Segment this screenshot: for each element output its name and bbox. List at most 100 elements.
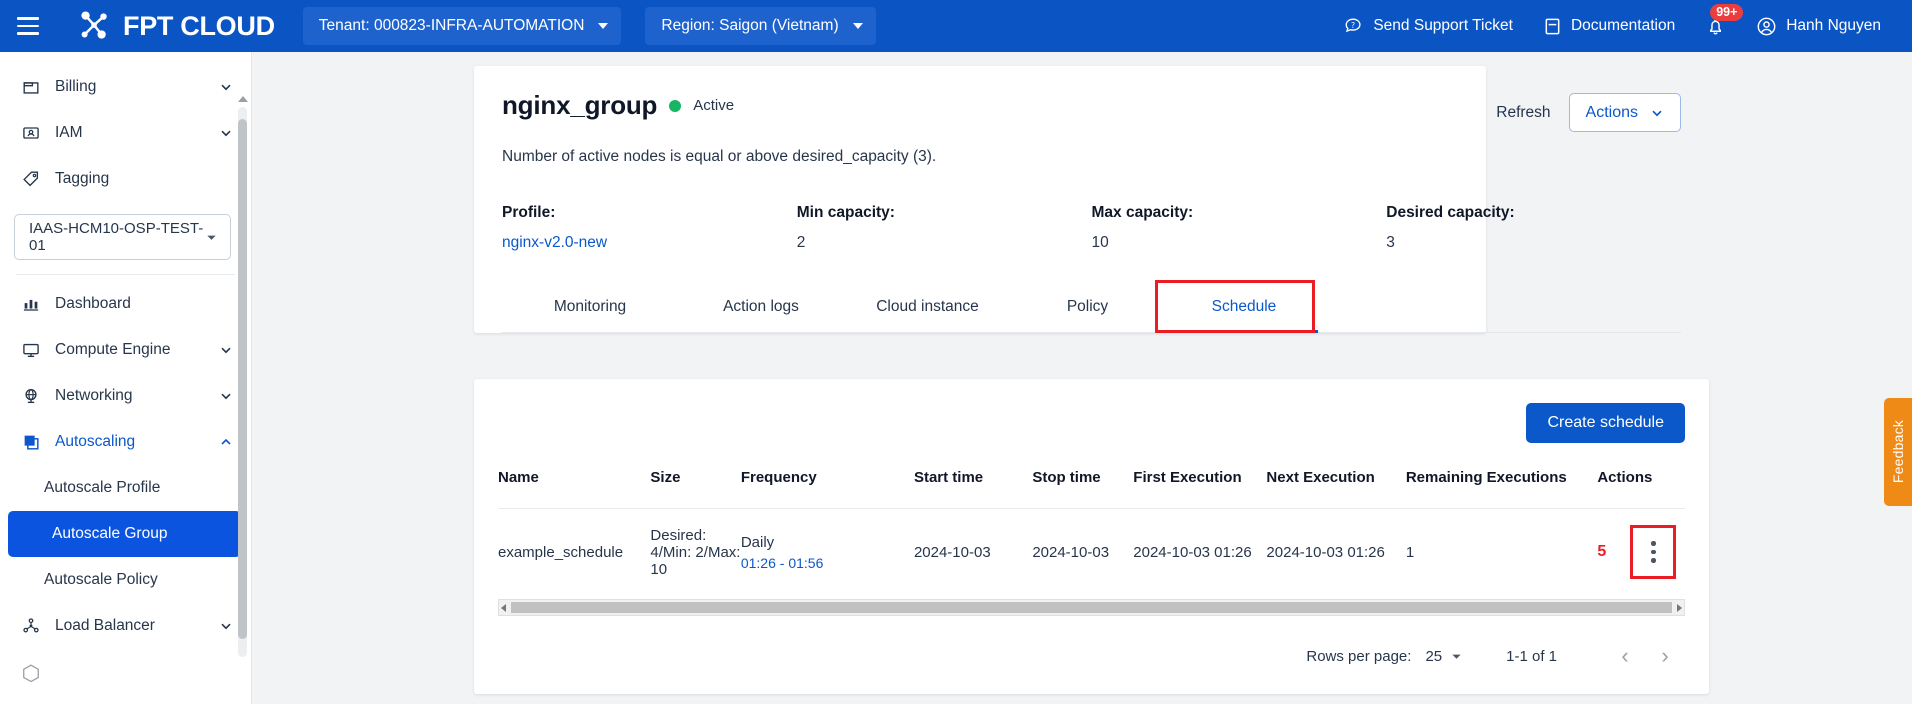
user-menu[interactable]: Hanh Nguyen bbox=[1756, 16, 1890, 37]
title-left-group: nginx_group Active bbox=[502, 90, 734, 121]
detail-subtitle: Number of active nodes is equal or above… bbox=[502, 148, 1681, 166]
schedule-table-head: Name Size Frequency Start time Stop time… bbox=[498, 469, 1685, 509]
autoscale-group-detail-card: nginx_group Active Refresh Actions Numbe… bbox=[474, 66, 1486, 333]
send-support-ticket-button[interactable]: ? Send Support Ticket bbox=[1344, 16, 1513, 36]
profile-link[interactable]: nginx-v2.0-new bbox=[502, 234, 797, 252]
topbar-right-group: ? Send Support Ticket Documentation bbox=[1344, 16, 1912, 37]
col-actions: Actions bbox=[1597, 469, 1685, 509]
sidebar-item-autoscale-group[interactable]: Autoscale Group bbox=[8, 511, 241, 557]
hamburger-line bbox=[17, 32, 39, 34]
sidebar-item-compute-engine[interactable]: Compute Engine bbox=[0, 327, 251, 373]
sidebar-scrollbar-thumb[interactable] bbox=[238, 119, 247, 639]
sidebar-item-autoscaling[interactable]: Autoscaling bbox=[0, 419, 251, 465]
sidebar-item-load-balancer[interactable]: Load Balancer bbox=[0, 603, 251, 649]
col-size: Size bbox=[650, 469, 740, 509]
page-title: nginx_group bbox=[502, 90, 657, 121]
chevron-down-icon bbox=[219, 80, 233, 94]
tab-cloud-instance[interactable]: Cloud instance bbox=[844, 284, 1011, 332]
chevron-up-icon bbox=[219, 435, 233, 449]
sidebar-label: Autoscale Profile bbox=[44, 479, 160, 497]
sidebar-item-dashboard[interactable]: Dashboard bbox=[0, 281, 251, 327]
sidebar-divider bbox=[16, 274, 235, 275]
hamburger-line bbox=[17, 17, 39, 19]
pagination-range-label: 1-1 of 1 bbox=[1506, 648, 1557, 665]
col-next-exec: Next Execution bbox=[1266, 469, 1405, 509]
sidebar-item-iam[interactable]: IAM bbox=[0, 110, 251, 156]
spacer bbox=[219, 172, 233, 186]
tab-monitoring[interactable]: Monitoring bbox=[502, 284, 678, 332]
main-content-area: nginx_group Active Refresh Actions Numbe… bbox=[252, 52, 1912, 704]
scroll-right-arrow-icon[interactable] bbox=[1677, 604, 1682, 612]
sidebar-scrollbar[interactable] bbox=[238, 107, 247, 657]
table-row[interactable]: example_schedule Desired: 4/Min: 2/Max: … bbox=[498, 509, 1685, 596]
sidebar-item-autoscale-profile[interactable]: Autoscale Profile bbox=[0, 465, 241, 511]
pagination-prev-button[interactable]: ‹ bbox=[1605, 636, 1645, 676]
meta-max-capacity: Max capacity: 10 bbox=[1092, 204, 1387, 252]
feedback-tab-button[interactable]: Feedback bbox=[1884, 398, 1912, 506]
sidebar-scroll-up-arrow[interactable] bbox=[238, 96, 248, 102]
container-icon bbox=[20, 662, 41, 683]
sidebar-item-networking[interactable]: Networking bbox=[0, 373, 251, 419]
project-selector[interactable]: IAAS-HCM10-OSP-TEST-01 bbox=[14, 214, 231, 260]
tenant-selector[interactable]: Tenant: 000823-INFRA-AUTOMATION bbox=[303, 7, 622, 45]
spacer bbox=[219, 297, 233, 311]
frequency-time-range[interactable]: 01:26 - 01:56 bbox=[741, 555, 914, 571]
cell-remaining-executions: 1 bbox=[1406, 509, 1598, 596]
tab-label: Monitoring bbox=[554, 298, 626, 315]
sidebar-item-billing[interactable]: Billing bbox=[0, 64, 251, 110]
documentation-button[interactable]: Documentation bbox=[1543, 17, 1675, 36]
region-selector[interactable]: Region: Saigon (Vietnam) bbox=[645, 7, 875, 45]
hamburger-menu-icon[interactable] bbox=[0, 0, 56, 52]
table-scrollbar-thumb[interactable] bbox=[511, 602, 1672, 613]
tenant-label: Tenant: 000823-INFRA-AUTOMATION bbox=[319, 17, 585, 35]
sidebar-label: Tagging bbox=[55, 170, 205, 188]
rows-per-page-select[interactable]: 25 bbox=[1425, 648, 1462, 665]
brand-logo[interactable]: FPT CLOUD bbox=[76, 9, 275, 43]
sidebar-label: Compute Engine bbox=[55, 341, 205, 359]
table-horizontal-scrollbar[interactable] bbox=[498, 599, 1685, 616]
hamburger-line bbox=[17, 25, 39, 27]
col-frequency: Frequency bbox=[741, 469, 914, 509]
tab-policy[interactable]: Policy bbox=[1011, 284, 1164, 332]
row-actions-kebab-button[interactable] bbox=[1651, 541, 1656, 563]
sidebar-label: IAM bbox=[55, 124, 205, 142]
col-start-time: Start time bbox=[914, 469, 1032, 509]
globe-icon bbox=[20, 386, 41, 407]
pagination-next-button[interactable]: › bbox=[1645, 636, 1685, 676]
chevron-down-icon bbox=[598, 23, 608, 29]
tab-label: Policy bbox=[1067, 298, 1108, 315]
title-right-group: Refresh Actions bbox=[1496, 90, 1681, 132]
kebab-dot bbox=[1651, 541, 1656, 546]
frequency-label: Daily bbox=[741, 534, 774, 551]
cell-size: Desired: 4/Min: 2/Max: 10 bbox=[650, 509, 740, 596]
sidebar-label: Autoscaling bbox=[55, 433, 205, 451]
actions-dropdown-button[interactable]: Actions bbox=[1569, 93, 1681, 132]
cell-actions: 5 bbox=[1597, 509, 1685, 596]
monitor-icon bbox=[20, 340, 41, 361]
rows-per-page-label: Rows per page: bbox=[1306, 648, 1411, 665]
tab-schedule[interactable]: Schedule bbox=[1164, 284, 1324, 332]
cell-name: example_schedule bbox=[498, 509, 650, 596]
notification-count-badge: 99+ bbox=[1710, 4, 1743, 22]
wallet-icon bbox=[20, 77, 41, 98]
col-name: Name bbox=[498, 469, 650, 509]
id-card-icon bbox=[20, 123, 41, 144]
tab-action-logs[interactable]: Action logs bbox=[678, 284, 844, 332]
notifications-button[interactable]: 99+ bbox=[1705, 16, 1726, 37]
sidebar-label: Load Balancer bbox=[55, 617, 205, 635]
meta-value: 2 bbox=[797, 234, 1092, 252]
meta-label: Profile: bbox=[502, 204, 797, 222]
sidebar-item-partial[interactable] bbox=[0, 649, 251, 695]
user-avatar-icon bbox=[1756, 16, 1777, 37]
detail-title-row: nginx_group Active Refresh Actions bbox=[502, 90, 1681, 132]
chevron-down-icon bbox=[1451, 651, 1462, 662]
create-schedule-button[interactable]: Create schedule bbox=[1526, 403, 1685, 443]
meta-desired-capacity: Desired capacity: 3 bbox=[1386, 204, 1681, 252]
region-label: Region: Saigon (Vietnam) bbox=[661, 17, 838, 35]
refresh-button[interactable]: Refresh bbox=[1496, 104, 1550, 122]
scroll-left-arrow-icon[interactable] bbox=[501, 604, 506, 612]
sidebar-item-autoscale-policy[interactable]: Autoscale Policy bbox=[0, 557, 241, 603]
sidebar-item-tagging[interactable]: Tagging bbox=[0, 156, 251, 202]
sidebar-label: Billing bbox=[55, 78, 205, 96]
detail-tabs: Monitoring Action logs Cloud instance Po… bbox=[502, 284, 1681, 333]
